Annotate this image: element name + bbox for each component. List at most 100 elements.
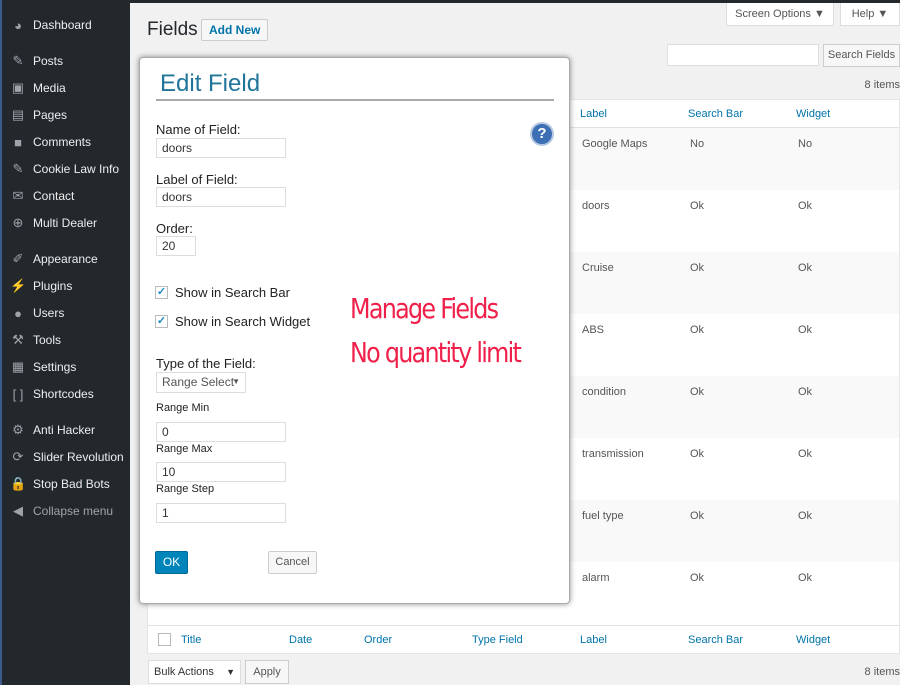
cell-search-bar: Ok [690,200,705,212]
sidebar-item-plugins[interactable]: ⚡ Plugins [10,276,72,296]
add-new-button[interactable]: Add New [201,19,269,41]
sidebar-item-cookie-law-info[interactable]: ✎ Cookie Law Info [10,159,120,179]
sidebar-item-label: Pages [33,108,68,122]
column-header[interactable]: Type Field [472,634,523,646]
page-title: Fields [147,19,198,40]
cell-label: transmission [582,448,644,460]
column-header[interactable]: Label [580,634,607,646]
show-search-widget-checkbox[interactable]: ✓ [155,315,168,328]
sidebar-item-contact[interactable]: ✉ Contact [10,186,75,206]
edit-field-dialog: Edit Field ? Name of Field: Label of Fie… [139,57,570,604]
column-header[interactable]: Label [580,108,607,120]
name-label: Name of Field: [156,122,241,137]
show-search-widget-label: Show in Search Widget [175,314,311,329]
sidebar-item-posts[interactable]: ✎ Posts [10,51,63,71]
bulk-actions-select[interactable]: Bulk Actions ▼ [148,660,241,684]
sidebar-item-collapse-menu[interactable]: ◀ Collapse menu [10,501,113,521]
promo-line-1: Manage Fields [350,292,499,325]
range-max-label: Range Max [156,443,213,455]
sidebar-item-label: Settings [33,360,77,374]
show-search-bar-checkbox[interactable]: ✓ [155,286,168,299]
dashboard-icon: ◕ [14,17,22,33]
cell-label: ABS [582,324,605,336]
sidebar-item-multi-dealer[interactable]: ⊕ Multi Dealer [10,213,97,233]
sidebar-item-pages[interactable]: ▤ Pages [10,105,67,125]
cell-widget: Ok [798,386,813,398]
sidebar-item-slider-revolution[interactable]: ⟳ Slider Revolution [10,447,124,467]
select-all-checkbox[interactable] [158,633,171,646]
column-header[interactable]: Date [289,634,312,646]
column-header[interactable]: Search Bar [688,634,743,646]
collapse-icon: ◀ [13,503,23,518]
order-field[interactable] [156,236,196,256]
column-header[interactable]: Order [364,634,392,646]
pin-icon: ✎ [12,161,24,176]
type-label: Type of the Field: [156,356,256,371]
sidebar-item-label: Tools [33,333,62,347]
gear-icon: ⚙ [12,422,24,437]
order-label: Order: [156,221,193,236]
sidebar-item-comments[interactable]: ■ Comments [10,132,91,152]
apply-button[interactable]: Apply [245,660,289,684]
cell-search-bar: Ok [690,510,705,522]
cell-label: doors [582,200,610,212]
cell-search-bar: Ok [690,572,705,584]
help-button[interactable]: Help ▼ [840,3,900,26]
cell-search-bar: No [690,138,705,150]
cell-search-bar: Ok [690,448,705,460]
range-max-field[interactable] [156,462,286,482]
sidebar-item-stop-bad-bots[interactable]: 🔒 Stop Bad Bots [10,474,110,494]
sidebar-item-appearance[interactable]: ✐ Appearance [10,249,98,269]
range-min-field[interactable] [156,422,286,442]
promo-line-2: No quantity limit [350,336,522,369]
sidebar-item-media[interactable]: ▣ Media [10,78,66,98]
chevron-down-icon: ▼ [226,667,235,677]
items-count-top: 8 items [864,79,900,91]
sidebar-item-users[interactable]: ● Users [10,303,64,323]
column-header[interactable]: Title [181,634,201,646]
search-input[interactable] [667,44,819,66]
comment-icon: ■ [14,134,22,150]
help-icon[interactable]: ? [530,122,554,146]
sidebar-item-label: Slider Revolution [33,450,124,464]
column-header[interactable]: Widget [796,634,830,646]
label-label: Label of Field: [156,172,238,187]
settings-icon: ▦ [11,359,25,374]
globe-icon: ⊕ [12,215,24,230]
range-min-label: Range Min [156,402,210,414]
sidebar-item-label: Users [33,306,65,320]
label-field[interactable] [156,187,286,207]
name-field[interactable] [156,138,286,158]
lock-icon: 🔒 [10,476,27,491]
type-select-value: Range Select [162,375,235,389]
cell-widget: No [798,138,813,150]
show-search-bar-label: Show in Search Bar [175,285,290,300]
ok-button[interactable]: OK [155,551,188,574]
divider [156,99,554,101]
cell-search-bar: Ok [690,324,705,336]
screen-options-button[interactable]: Screen Options ▼ [726,3,834,26]
bulk-actions-value: Bulk Actions [154,666,214,678]
refresh-icon: ⟳ [12,449,24,464]
range-step-field[interactable] [156,503,286,523]
users-icon: ● [14,305,22,321]
column-header[interactable]: Widget [796,108,830,120]
column-header[interactable]: Search Bar [688,108,743,120]
pages-icon: ▤ [11,107,25,122]
search-fields-button[interactable]: Search Fields [823,44,900,67]
sidebar-item-label: Stop Bad Bots [33,477,110,491]
cancel-button[interactable]: Cancel [268,551,317,574]
sidebar-item-anti-hacker[interactable]: ⚙ Anti Hacker [10,420,95,440]
type-select[interactable]: Range Select ▼ [156,372,246,393]
sidebar-item-label: Multi Dealer [33,216,98,230]
brackets-icon: [ ] [12,386,24,402]
wrench-icon: ⚒ [12,332,24,347]
cell-label: Google Maps [582,138,648,150]
plugin-icon: ⚡ [10,278,27,293]
dialog-title: Edit Field [160,70,261,97]
sidebar-item-dashboard[interactable]: ◕ Dashboard [10,15,92,35]
sidebar-item-tools[interactable]: ⚒ Tools [10,330,61,350]
sidebar-item-settings[interactable]: ▦ Settings [10,357,77,377]
sidebar-item-shortcodes[interactable]: [ ] Shortcodes [10,384,94,404]
sidebar-item-label: Contact [33,189,75,203]
